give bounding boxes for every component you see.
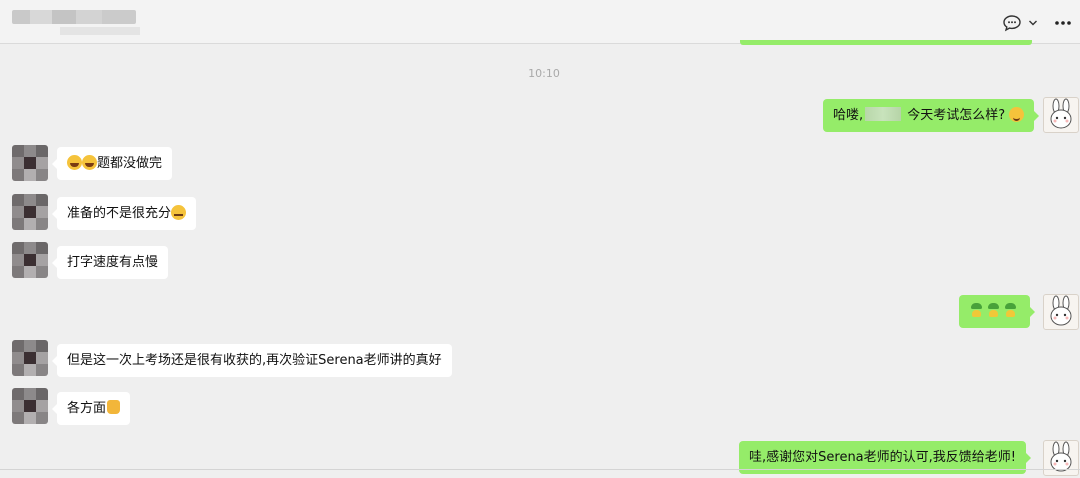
message-text: 各方面 [67,401,107,416]
more-icon[interactable] [1054,20,1072,26]
message-bubble-outgoing[interactable] [959,295,1035,328]
chat-bubble-icon[interactable] [1002,14,1022,32]
self-avatar[interactable] [1043,294,1079,330]
message-text: 但是这一次上考场还是很有收获的,再次验证Serena老师讲的真好 [67,353,442,368]
thumbs-up-emoji-icon [107,400,121,414]
header-actions [1002,14,1072,32]
chat-title-blurred-sub [60,27,140,35]
blurred-name [865,107,902,121]
self-avatar[interactable] [1043,97,1079,133]
message-bubble-incoming[interactable]: 但是这一次上考场还是很有收获的,再次验证Serena老师讲的真好 [52,344,452,377]
message-text: 准备的不是很充分 [67,206,172,221]
message-text: 今天考试怎么样? [907,108,1006,123]
bunny-avatar-icon [1050,98,1072,129]
message-text: 题都没做完 [97,156,163,171]
wink-emoji-icon [1009,107,1025,122]
contact-avatar[interactable] [12,388,48,424]
message-text: 哇,感谢您对Serena老师的认可,我反馈给老师! [749,450,1016,465]
message-bubble-incoming[interactable]: 题都没做完 [51,147,173,180]
message-bubble-incoming[interactable]: 各方面 [51,392,131,425]
message-bubble-incoming[interactable]: 准备的不是很充分 [51,197,197,230]
chat-header [0,0,1080,44]
bunny-avatar-icon [1050,295,1072,326]
contact-avatar[interactable] [12,242,48,278]
message-text: 哈喽, [833,108,864,123]
contact-avatar[interactable] [12,340,48,376]
input-area-divider [0,469,1080,470]
previous-message-bubble [740,40,1032,45]
grimace-emoji-icon [171,205,187,220]
self-avatar[interactable] [1043,440,1079,476]
message-text: 打字速度有点慢 [67,255,159,270]
message-bubble-outgoing[interactable]: 哈喽, 今天考试怎么样? [823,99,1040,132]
laughing-tears-emoji-icon [67,155,82,170]
contact-avatar[interactable] [12,145,48,181]
chat-title-blurred [12,10,136,24]
message-bubble-incoming[interactable]: 打字速度有点慢 [51,246,169,279]
contact-avatar[interactable] [12,194,48,230]
laughing-tears-emoji-icon [82,155,97,170]
chevron-down-icon[interactable] [1028,19,1038,27]
sprout-emoji-icon [986,303,1001,317]
sprout-emoji-icon [969,303,984,317]
message-timestamp: 10:10 [528,67,560,80]
sprout-emoji-icon [1003,303,1018,317]
